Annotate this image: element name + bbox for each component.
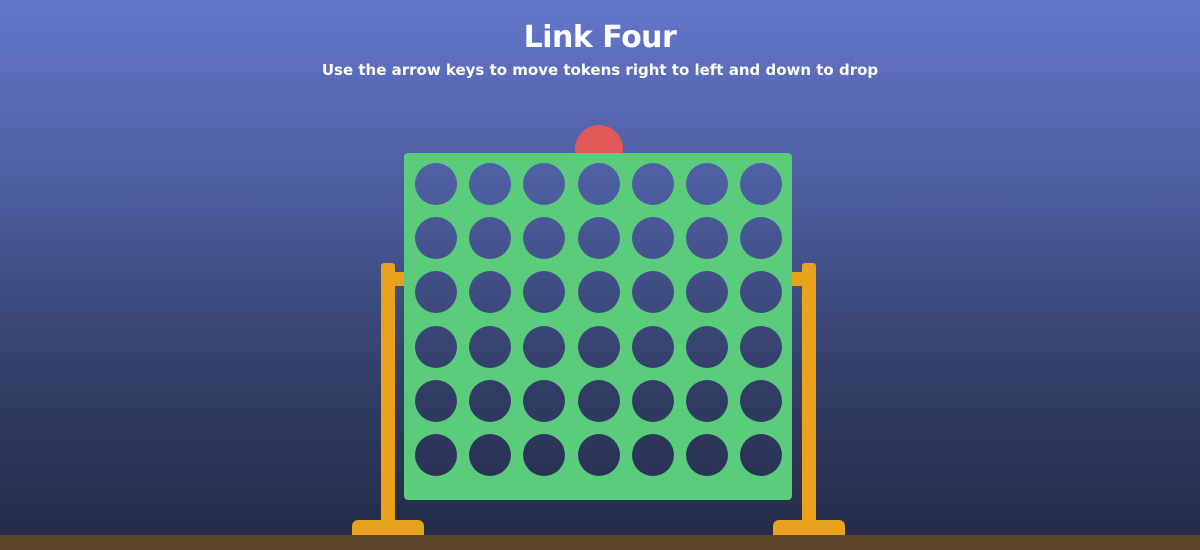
board-cell-r5-c4 <box>578 380 620 422</box>
board-cell-r6-c1 <box>415 434 457 476</box>
board-cell-r1-c6 <box>686 163 728 205</box>
board-cell-r4-c7 <box>740 326 782 368</box>
board-cell-r3-c7 <box>740 271 782 313</box>
board-cell-r2-c5 <box>632 217 674 259</box>
board-cell-r1-c2 <box>469 163 511 205</box>
board-cell-r2-c6 <box>686 217 728 259</box>
board-cell-r3-c3 <box>523 271 565 313</box>
board-cell-r1-c5 <box>632 163 674 205</box>
ground <box>0 535 1200 550</box>
board-cell-r4-c2 <box>469 326 511 368</box>
game-instructions: Use the arrow keys to move tokens right … <box>321 61 879 79</box>
board-cell-r1-c4 <box>578 163 620 205</box>
board-cell-r5-c2 <box>469 380 511 422</box>
board-cell-r6-c3 <box>523 434 565 476</box>
board-cell-r4-c6 <box>686 326 728 368</box>
board-cell-r5-c3 <box>523 380 565 422</box>
board-cell-r6-c6 <box>686 434 728 476</box>
board-cell-r1-c1 <box>415 163 457 205</box>
board-cell-r4-c1 <box>415 326 457 368</box>
board-cell-r4-c3 <box>523 326 565 368</box>
board-cell-r5-c5 <box>632 380 674 422</box>
board-cell-r2-c2 <box>469 217 511 259</box>
board-cell-r3-c2 <box>469 271 511 313</box>
board-cell-r6-c5 <box>632 434 674 476</box>
stand-right-foot <box>773 520 845 535</box>
board-cell-r2-c1 <box>415 217 457 259</box>
stand-right-post <box>802 263 816 535</box>
stand-left-post <box>381 263 395 535</box>
board-cell-r6-c4 <box>578 434 620 476</box>
board-cell-r4-c4 <box>578 326 620 368</box>
board-cell-r3-c5 <box>632 271 674 313</box>
board-cell-r3-c1 <box>415 271 457 313</box>
board-cell-r3-c6 <box>686 271 728 313</box>
board-cell-r5-c7 <box>740 380 782 422</box>
board-cell-r1-c7 <box>740 163 782 205</box>
board-cell-r4-c5 <box>632 326 674 368</box>
board-cell-r6-c2 <box>469 434 511 476</box>
board-cell-r6-c7 <box>740 434 782 476</box>
board-cell-r2-c3 <box>523 217 565 259</box>
board-cell-r2-c4 <box>578 217 620 259</box>
game-title: Link Four <box>523 20 677 56</box>
board-cell-r3-c4 <box>578 271 620 313</box>
stand-left-foot <box>352 520 424 535</box>
board-cell-r1-c3 <box>523 163 565 205</box>
board-cell-r5-c1 <box>415 380 457 422</box>
board-cell-r5-c6 <box>686 380 728 422</box>
board-cell-r2-c7 <box>740 217 782 259</box>
